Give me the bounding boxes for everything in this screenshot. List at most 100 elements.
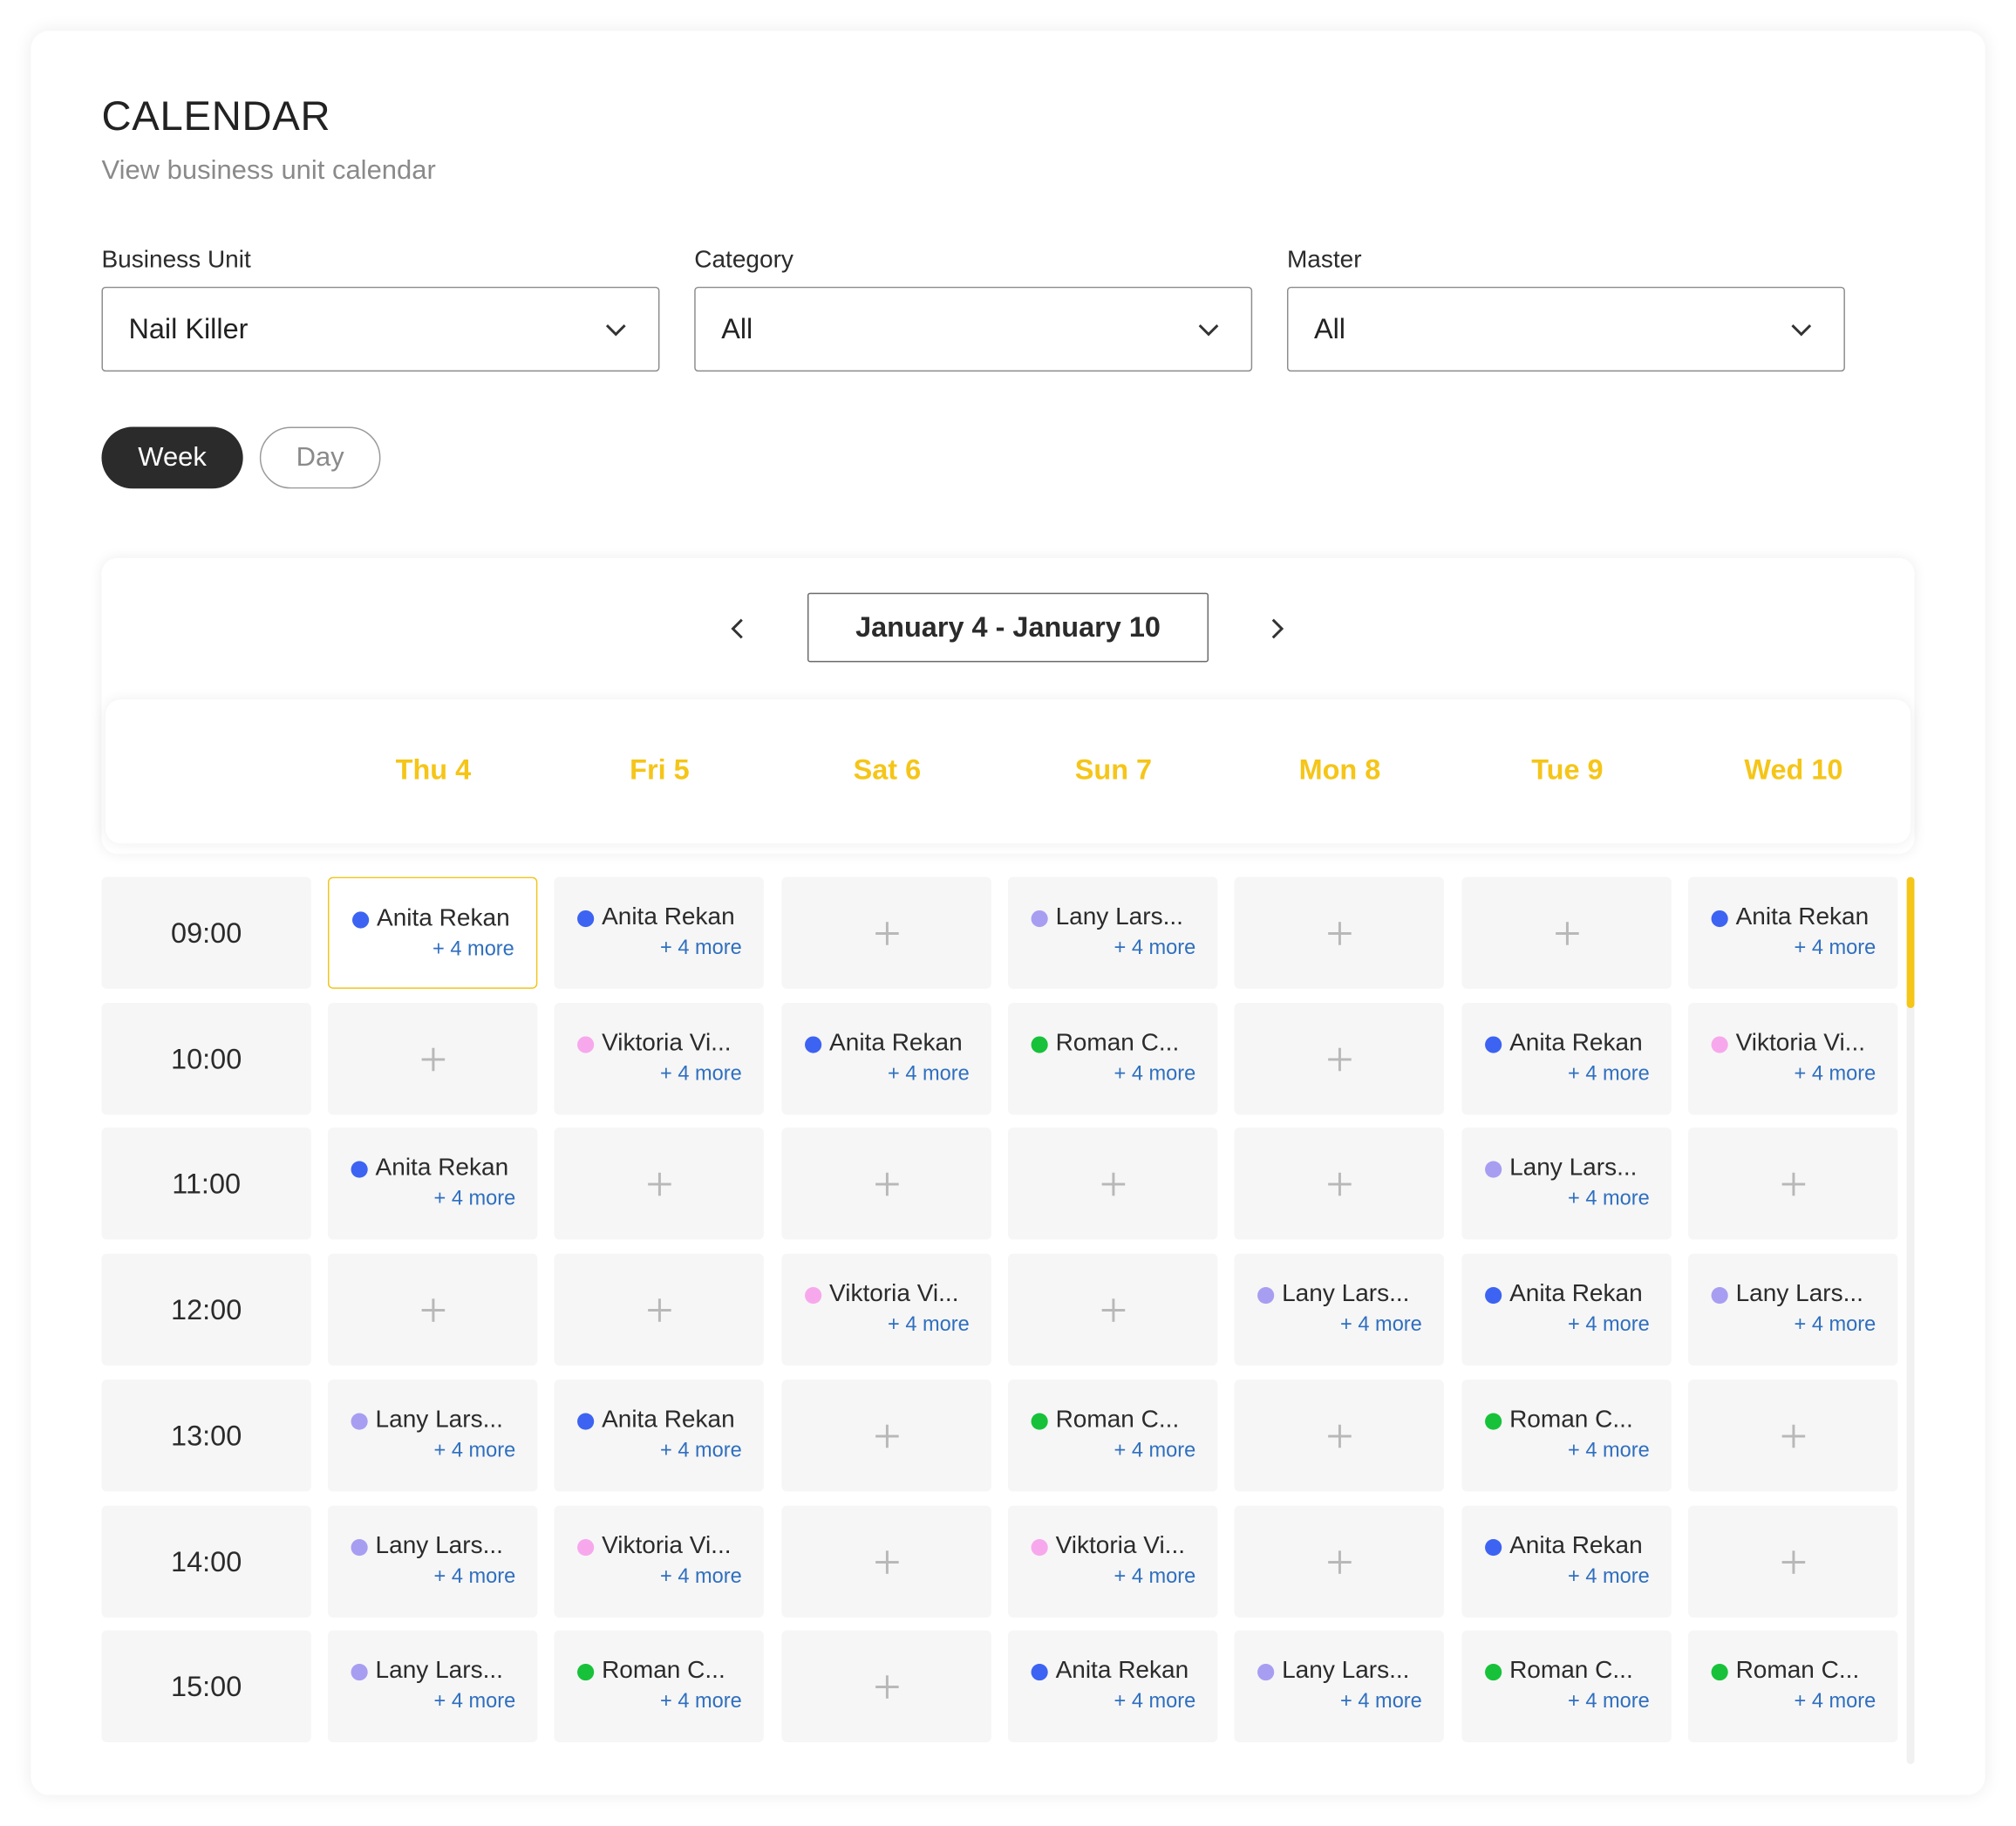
week-view-button[interactable]: Week bbox=[101, 426, 243, 489]
more-appointments-link[interactable]: + 4 more bbox=[1114, 937, 1196, 961]
appointment-master: Anita Rekan bbox=[1711, 904, 1869, 932]
empty-slot[interactable] bbox=[554, 1128, 764, 1240]
empty-slot[interactable] bbox=[1234, 1128, 1444, 1240]
more-appointments-link[interactable]: + 4 more bbox=[660, 1691, 742, 1714]
appointment-slot[interactable]: Lany Lars... + 4 more bbox=[1008, 876, 1218, 989]
appointment-slot[interactable]: Roman C... + 4 more bbox=[1688, 1630, 1898, 1742]
scrollbar-thumb[interactable] bbox=[1906, 876, 1915, 1009]
more-appointments-link[interactable]: + 4 more bbox=[1795, 937, 1876, 961]
appointment-slot[interactable]: Anita Rekan + 4 more bbox=[554, 1380, 764, 1492]
more-appointments-link[interactable]: + 4 more bbox=[434, 1566, 516, 1590]
appointment-slot[interactable]: Viktoria Vi... + 4 more bbox=[1008, 1505, 1218, 1618]
empty-slot[interactable] bbox=[1234, 1003, 1444, 1115]
empty-slot[interactable] bbox=[1234, 1380, 1444, 1492]
empty-slot[interactable] bbox=[781, 876, 991, 989]
date-range-button[interactable]: January 4 - January 10 bbox=[807, 592, 1209, 663]
master-name: Lany Lars... bbox=[375, 1532, 503, 1560]
master-color-dot bbox=[1711, 1035, 1728, 1053]
more-appointments-link[interactable]: + 4 more bbox=[1795, 1063, 1876, 1087]
empty-slot[interactable] bbox=[781, 1128, 991, 1240]
more-appointments-link[interactable]: + 4 more bbox=[1568, 1314, 1650, 1338]
next-week-button[interactable] bbox=[1260, 612, 1293, 645]
more-appointments-link[interactable]: + 4 more bbox=[1568, 1440, 1650, 1463]
more-appointments-link[interactable]: + 4 more bbox=[1568, 1691, 1650, 1714]
empty-slot[interactable] bbox=[781, 1505, 991, 1618]
appointment-slot[interactable]: Anita Rekan + 4 more bbox=[1688, 876, 1898, 989]
appointment-slot[interactable]: Anita Rekan + 4 more bbox=[554, 876, 764, 989]
more-appointments-link[interactable]: + 4 more bbox=[434, 1440, 516, 1463]
empty-slot[interactable] bbox=[1008, 1253, 1218, 1366]
appointment-slot[interactable]: Anita Rekan + 4 more bbox=[1461, 1003, 1672, 1115]
appointment-slot[interactable]: Roman C... + 4 more bbox=[1008, 1380, 1218, 1492]
category-select[interactable]: All bbox=[694, 286, 1253, 372]
more-appointments-link[interactable]: + 4 more bbox=[888, 1063, 970, 1087]
add-appointment-icon bbox=[647, 1172, 671, 1196]
empty-slot[interactable] bbox=[1461, 876, 1672, 989]
chevron-right-icon bbox=[1271, 618, 1284, 639]
day-view-button[interactable]: Day bbox=[259, 426, 381, 489]
more-appointments-link[interactable]: + 4 more bbox=[434, 1691, 516, 1714]
more-appointments-link[interactable]: + 4 more bbox=[660, 1440, 742, 1463]
empty-slot[interactable] bbox=[1234, 876, 1444, 989]
more-appointments-link[interactable]: + 4 more bbox=[1795, 1691, 1876, 1714]
more-appointments-link[interactable]: + 4 more bbox=[1568, 1566, 1650, 1590]
more-appointments-link[interactable]: + 4 more bbox=[1340, 1314, 1422, 1338]
empty-slot[interactable] bbox=[781, 1380, 991, 1492]
appointment-slot[interactable]: Anita Rekan + 4 more bbox=[327, 876, 538, 989]
appointment-slot[interactable]: Lany Lars... + 4 more bbox=[1461, 1128, 1672, 1240]
appointment-slot[interactable]: Roman C... + 4 more bbox=[1008, 1003, 1218, 1115]
time-label: 12:00 bbox=[101, 1253, 311, 1366]
appointment-slot[interactable]: Anita Rekan + 4 more bbox=[327, 1128, 538, 1240]
master-name: Lany Lars... bbox=[1055, 903, 1183, 931]
empty-slot[interactable] bbox=[554, 1253, 764, 1366]
appointment-slot[interactable]: Viktoria Vi... + 4 more bbox=[781, 1253, 991, 1366]
more-appointments-link[interactable]: + 4 more bbox=[1795, 1314, 1876, 1338]
appointment-slot[interactable]: Viktoria Vi... + 4 more bbox=[1688, 1003, 1898, 1115]
appointment-slot[interactable]: Lany Lars... + 4 more bbox=[1234, 1253, 1444, 1366]
weekday-label: Sun 7 bbox=[1074, 753, 1153, 786]
more-appointments-link[interactable]: + 4 more bbox=[1114, 1063, 1196, 1087]
appointment-slot[interactable]: Lany Lars... + 4 more bbox=[1688, 1253, 1898, 1366]
master-select[interactable]: All bbox=[1286, 286, 1845, 372]
empty-slot[interactable] bbox=[1688, 1505, 1898, 1618]
more-appointments-link[interactable]: + 4 more bbox=[660, 1063, 742, 1087]
empty-slot[interactable] bbox=[1688, 1380, 1898, 1492]
more-appointments-link[interactable]: + 4 more bbox=[1340, 1691, 1422, 1714]
more-appointments-link[interactable]: + 4 more bbox=[432, 938, 514, 962]
more-appointments-link[interactable]: + 4 more bbox=[1114, 1566, 1196, 1590]
empty-slot[interactable] bbox=[781, 1630, 991, 1742]
more-appointments-link[interactable]: + 4 more bbox=[1114, 1440, 1196, 1463]
appointment-master: Viktoria Vi... bbox=[1711, 1030, 1865, 1058]
appointment-slot[interactable]: Anita Rekan + 4 more bbox=[781, 1003, 991, 1115]
more-appointments-link[interactable]: + 4 more bbox=[888, 1314, 970, 1338]
appointment-slot[interactable]: Anita Rekan + 4 more bbox=[1461, 1505, 1672, 1618]
more-appointments-link[interactable]: + 4 more bbox=[434, 1188, 516, 1211]
empty-slot[interactable] bbox=[1688, 1128, 1898, 1240]
appointment-slot[interactable]: Roman C... + 4 more bbox=[1461, 1630, 1672, 1742]
more-appointments-link[interactable]: + 4 more bbox=[660, 937, 742, 961]
more-appointments-link[interactable]: + 4 more bbox=[1568, 1063, 1650, 1087]
add-appointment-icon bbox=[1781, 1172, 1805, 1196]
more-appointments-link[interactable]: + 4 more bbox=[1568, 1188, 1650, 1211]
master-color-dot bbox=[1711, 1663, 1728, 1680]
appointment-slot[interactable]: Viktoria Vi... + 4 more bbox=[554, 1505, 764, 1618]
empty-slot[interactable] bbox=[327, 1003, 538, 1115]
appointment-slot[interactable]: Viktoria Vi... + 4 more bbox=[554, 1003, 764, 1115]
grid-scrollbar[interactable] bbox=[1906, 876, 1915, 1765]
empty-slot[interactable] bbox=[327, 1253, 538, 1366]
empty-slot[interactable] bbox=[1234, 1505, 1444, 1618]
appointment-slot[interactable]: Lany Lars... + 4 more bbox=[327, 1505, 538, 1618]
appointment-slot[interactable]: Anita Rekan + 4 more bbox=[1008, 1630, 1218, 1742]
previous-week-button[interactable] bbox=[721, 612, 754, 645]
empty-slot[interactable] bbox=[1008, 1128, 1218, 1240]
appointment-master: Viktoria Vi... bbox=[577, 1533, 732, 1561]
more-appointments-link[interactable]: + 4 more bbox=[660, 1566, 742, 1590]
more-appointments-link[interactable]: + 4 more bbox=[1114, 1691, 1196, 1714]
appointment-slot[interactable]: Roman C... + 4 more bbox=[554, 1630, 764, 1742]
appointment-slot[interactable]: Anita Rekan + 4 more bbox=[1461, 1253, 1672, 1366]
appointment-slot[interactable]: Lany Lars... + 4 more bbox=[327, 1380, 538, 1492]
appointment-slot[interactable]: Roman C... + 4 more bbox=[1461, 1380, 1672, 1492]
appointment-slot[interactable]: Lany Lars... + 4 more bbox=[327, 1630, 538, 1742]
appointment-slot[interactable]: Lany Lars... + 4 more bbox=[1234, 1630, 1444, 1742]
business-unit-select[interactable]: Nail Killer bbox=[101, 286, 660, 372]
